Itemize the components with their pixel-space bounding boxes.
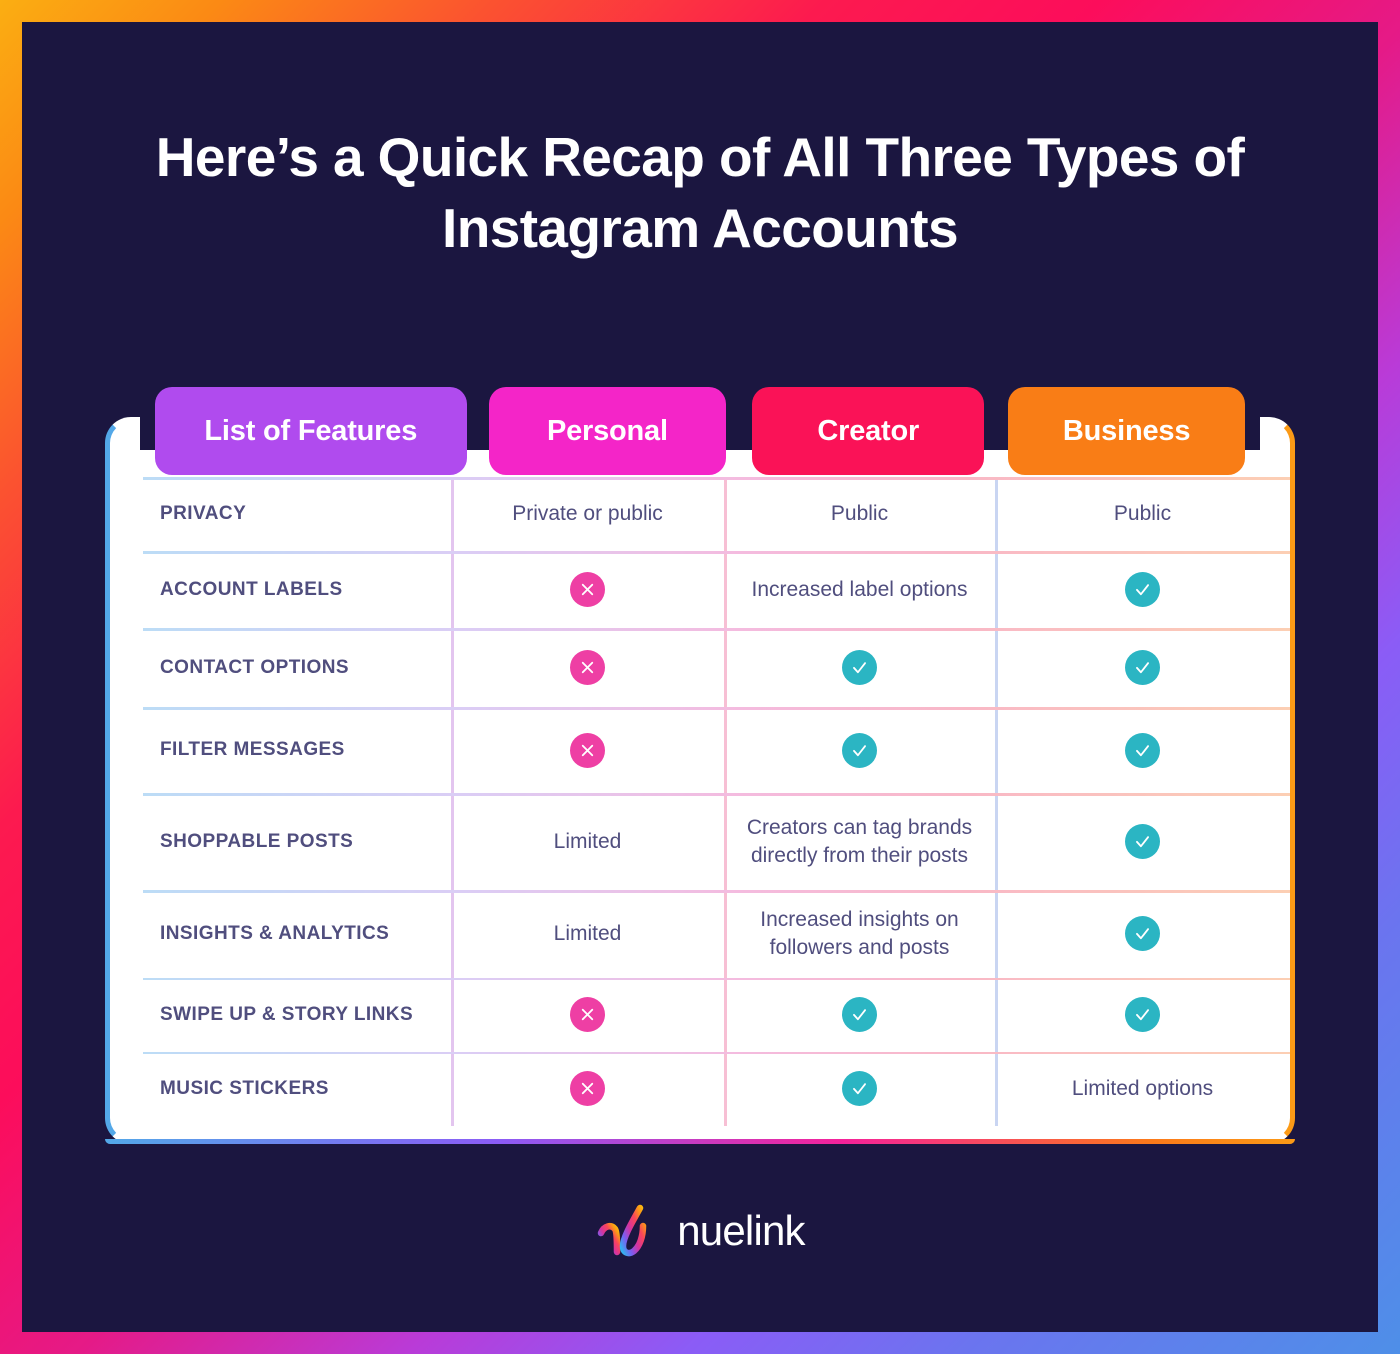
cell-personal: Limited bbox=[553, 829, 622, 853]
feature-label: SWIPE UP & STORY LINKS bbox=[160, 1003, 414, 1025]
cross-icon bbox=[570, 997, 605, 1033]
infographic-poster: Here’s a Quick Recap of All Three Types … bbox=[0, 0, 1400, 1354]
cell-creator: Increased insights on followers and post… bbox=[760, 908, 959, 959]
cell-business bbox=[995, 890, 1290, 978]
cell-personal bbox=[451, 1052, 724, 1126]
cross-icon bbox=[570, 572, 605, 607]
feature-label: MUSIC STICKERS bbox=[160, 1077, 329, 1099]
table-row: FILTER MESSAGES bbox=[110, 707, 1290, 793]
cell-creator: Creators can tag brands directly from th… bbox=[746, 815, 973, 867]
table-row: ACCOUNT LABELS Increased label options bbox=[110, 551, 1290, 628]
cell-creator: Public bbox=[830, 502, 889, 526]
cell-personal: Limited bbox=[553, 921, 622, 945]
check-icon bbox=[842, 997, 877, 1033]
cell-creator bbox=[724, 707, 995, 793]
check-icon bbox=[1125, 572, 1160, 607]
table-header-list-of-features[interactable]: List of Features bbox=[155, 387, 467, 475]
check-icon bbox=[842, 732, 877, 768]
cross-icon bbox=[570, 732, 605, 768]
comparison-table-grid: PRIVACY Private or public Public Public ACCO… bbox=[110, 477, 1290, 1126]
cell-business: Public bbox=[1113, 502, 1172, 526]
cell-personal bbox=[451, 707, 724, 793]
feature-label: INSIGHTS & ANALYTICS bbox=[160, 922, 390, 944]
table-row: INSIGHTS & ANALYTICS Limited Increased ins… bbox=[110, 890, 1290, 978]
cell-business bbox=[995, 707, 1290, 793]
check-icon bbox=[1125, 732, 1160, 768]
table-row: SHOPPABLE POSTS Limited Creators can tag b… bbox=[110, 793, 1290, 890]
brand-logo: nuelink bbox=[22, 1202, 1378, 1260]
cell-personal: Private or public bbox=[512, 502, 663, 526]
comparison-table-card: PRIVACY Private or public Public Public ACCO… bbox=[105, 416, 1295, 1144]
cell-business bbox=[995, 551, 1290, 628]
table-header-pills: List of Features Personal Creator Business bbox=[105, 387, 1295, 475]
check-icon bbox=[1125, 916, 1160, 952]
table-row: MUSIC STICKERS Limited options bbox=[110, 1051, 1290, 1126]
table-row: PRIVACY Private or public Public Public bbox=[110, 477, 1290, 551]
poster-inner-panel: Here’s a Quick Recap of All Three Types … bbox=[22, 22, 1378, 1332]
nuelink-monogram-icon bbox=[595, 1202, 661, 1260]
check-icon bbox=[1125, 824, 1160, 859]
cross-icon bbox=[570, 650, 605, 685]
cross-icon bbox=[570, 1071, 605, 1107]
cell-business bbox=[995, 628, 1290, 707]
table-row: CONTACT OPTIONS bbox=[110, 628, 1290, 707]
cell-business: Limited options bbox=[1071, 1076, 1214, 1100]
check-icon bbox=[842, 1071, 877, 1107]
table-header-creator[interactable]: Creator bbox=[752, 387, 985, 475]
feature-label: SHOPPABLE POSTS bbox=[160, 830, 354, 852]
cell-personal bbox=[451, 628, 724, 707]
feature-label: PRIVACY bbox=[160, 503, 247, 524]
feature-label: FILTER MESSAGES bbox=[160, 739, 345, 760]
check-icon bbox=[1125, 997, 1160, 1033]
table-header-business[interactable]: Business bbox=[1008, 387, 1245, 475]
table-row: SWIPE UP & STORY LINKS bbox=[110, 977, 1290, 1052]
feature-label: CONTACT OPTIONS bbox=[160, 656, 350, 678]
table-header-personal[interactable]: Personal bbox=[488, 387, 727, 475]
cell-business bbox=[995, 978, 1290, 1052]
cell-creator bbox=[724, 978, 995, 1052]
check-icon bbox=[842, 650, 877, 685]
cell-personal bbox=[451, 978, 724, 1052]
check-icon bbox=[1125, 650, 1160, 685]
brand-wordmark: nuelink bbox=[677, 1207, 805, 1254]
page-title: Here’s a Quick Recap of All Three Types … bbox=[155, 126, 1245, 259]
cell-business bbox=[995, 793, 1290, 890]
cell-personal bbox=[451, 551, 724, 628]
cell-creator: Increased label options bbox=[751, 577, 968, 601]
cell-creator bbox=[724, 1052, 995, 1126]
cell-creator bbox=[724, 628, 995, 707]
feature-label: ACCOUNT LABELS bbox=[160, 578, 343, 600]
